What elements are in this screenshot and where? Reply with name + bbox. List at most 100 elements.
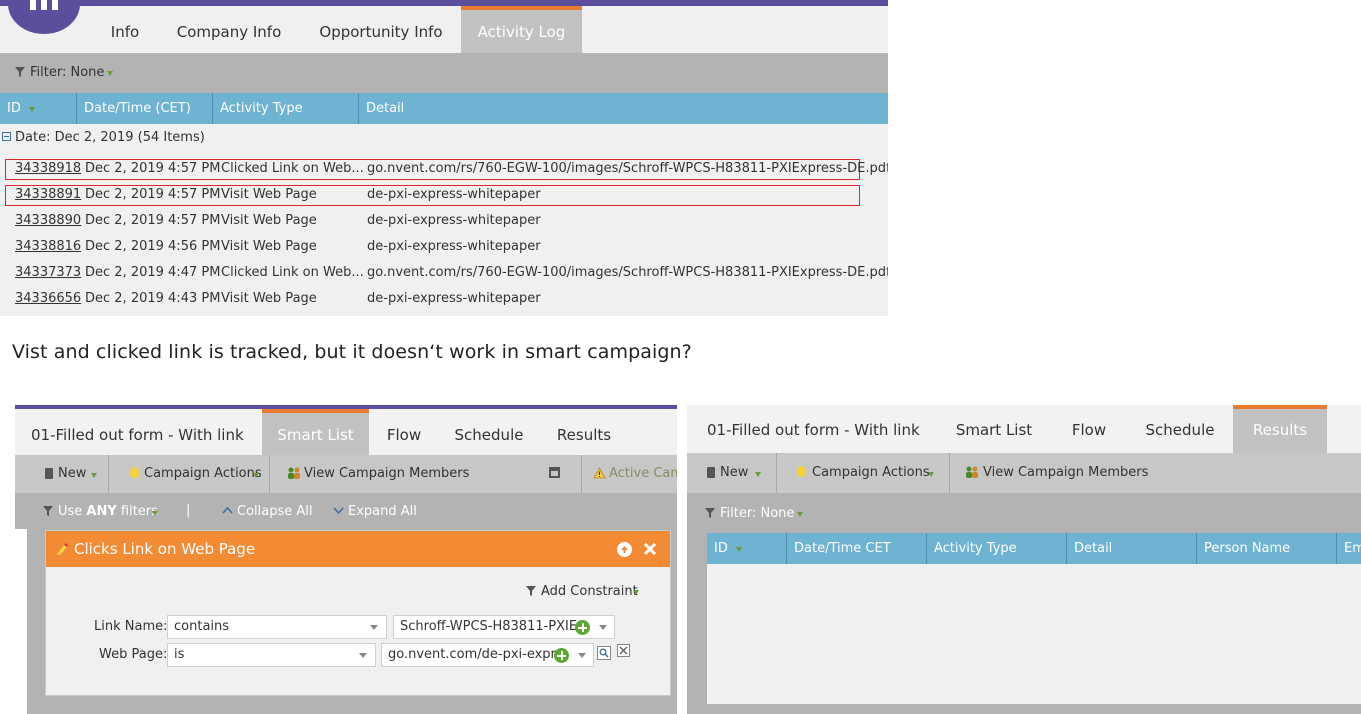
window-icon[interactable] xyxy=(549,467,560,478)
column-header-datetime[interactable]: Date/Time CET xyxy=(787,533,927,564)
web-page-operator-select[interactable]: is xyxy=(167,643,376,667)
campaign-actions-button[interactable]: Campaign Actions xyxy=(144,466,262,481)
new-dropdown-icon[interactable] xyxy=(755,472,761,477)
question-caption: Vist and clicked link is tracked, but it… xyxy=(12,341,692,363)
lookup-icon[interactable] xyxy=(597,646,611,660)
filter-icon xyxy=(43,506,53,516)
activity-detail: go.nvent.com/rs/760-EGW-100/images/Schro… xyxy=(367,161,888,176)
activity-row[interactable]: 34336656 Dec 2, 2019 4:43 PM Visit Web Pag… xyxy=(0,286,888,312)
add-value-icon[interactable] xyxy=(554,648,569,663)
tab-info[interactable]: Info xyxy=(100,6,150,53)
expand-all-icon xyxy=(333,507,344,514)
view-campaign-members-button[interactable]: View Campaign Members xyxy=(983,465,1148,480)
tab-smart-list[interactable]: Smart List xyxy=(262,409,369,455)
trigger-header[interactable]: Clicks Link on Web Page xyxy=(46,531,670,567)
filter-label[interactable]: Filter: None xyxy=(30,65,104,80)
remove-icon[interactable] xyxy=(643,542,657,556)
lightbulb-icon xyxy=(130,467,139,478)
column-header-id[interactable]: ID xyxy=(0,93,77,124)
tab-schedule[interactable]: Schedule xyxy=(1137,405,1223,451)
activity-row[interactable]: 34338891 Dec 2, 2019 4:57 PM Visit Web Pag… xyxy=(0,182,888,208)
toolbar-divider xyxy=(776,453,777,493)
tab-results[interactable]: Results xyxy=(548,409,620,455)
collapse-icon[interactable] xyxy=(2,132,11,141)
activity-datetime: Dec 2, 2019 4:43 PM xyxy=(85,291,221,306)
activity-row[interactable]: 34338890 Dec 2, 2019 4:57 PM Visit Web Pag… xyxy=(0,208,888,234)
filter-logic-dropdown-icon[interactable] xyxy=(152,511,158,516)
new-button[interactable]: New xyxy=(720,465,748,480)
column-header-label: ID xyxy=(714,541,728,556)
tab-flow[interactable]: Flow xyxy=(379,409,429,455)
trigger-card: Clicks Link on Web Page Add Constraint L… xyxy=(45,530,671,696)
results-panel: 01-Filled out form - With link Smart Lis… xyxy=(687,405,1361,714)
new-icon xyxy=(707,467,715,478)
add-constraint-button[interactable]: Add Constraint xyxy=(541,584,638,599)
column-header-id[interactable]: ID xyxy=(707,533,787,564)
activity-detail: go.nvent.com/rs/760-EGW-100/images/Schro… xyxy=(367,265,888,280)
active-campaign-status: Active Camp xyxy=(609,466,677,481)
campaign-actions-dropdown-icon[interactable] xyxy=(928,472,934,477)
activity-id-link[interactable]: 34338891 xyxy=(15,187,81,202)
trigger-bolt-icon xyxy=(57,543,68,555)
activity-detail: de-pxi-express-whitepaper xyxy=(367,239,541,254)
column-header-detail[interactable]: Detail xyxy=(359,93,888,124)
toolbar-divider xyxy=(581,455,582,493)
view-campaign-members-button[interactable]: View Campaign Members xyxy=(304,466,469,481)
activity-id-link[interactable]: 34338890 xyxy=(15,213,81,228)
tab-activity-log[interactable]: Activity Log xyxy=(461,6,582,53)
filter-logic-prefix: Use xyxy=(58,504,87,519)
tab-program-name[interactable]: 01-Filled out form - With link xyxy=(707,405,937,451)
activity-id-link[interactable]: 34337373 xyxy=(15,265,81,280)
campaign-members-icon xyxy=(288,467,300,479)
link-name-operator-select[interactable]: contains xyxy=(167,615,387,639)
new-button[interactable]: New xyxy=(58,466,86,481)
expand-all-button[interactable]: Expand All xyxy=(348,504,417,519)
activity-row[interactable]: 34337373 Dec 2, 2019 4:47 PM Clicked Link … xyxy=(0,260,888,286)
activity-row[interactable]: 34338918 Dec 2, 2019 4:57 PM Clicked Link … xyxy=(0,156,888,182)
tab-flow[interactable]: Flow xyxy=(1064,405,1114,451)
smart-list-panel: 01-Filled out form - With link Smart Lis… xyxy=(15,405,677,714)
new-dropdown-icon[interactable] xyxy=(91,473,97,478)
activity-type: Clicked Link on Web... xyxy=(221,265,364,280)
activity-datetime: Dec 2, 2019 4:57 PM xyxy=(85,187,221,202)
activity-datetime: Dec 2, 2019 4:56 PM xyxy=(85,239,221,254)
filter-icon xyxy=(15,67,25,77)
activity-id-link[interactable]: 34338918 xyxy=(15,161,81,176)
tab-program-name[interactable]: 01-Filled out form - With link xyxy=(31,409,261,455)
filter-logic-selector[interactable]: Use ANY filters xyxy=(58,504,158,519)
chevron-down-icon[interactable] xyxy=(599,625,607,630)
column-header-person-name[interactable]: Person Name xyxy=(1197,533,1337,564)
web-page-value: go.nvent.com/de-pxi-expre xyxy=(388,647,564,662)
tab-results[interactable]: Results xyxy=(1233,405,1327,453)
add-constraint-dropdown-icon[interactable] xyxy=(633,590,639,595)
toolbar: New Campaign Actions View Campaign Membe… xyxy=(687,453,1361,493)
column-header-activity-type[interactable]: Activity Type xyxy=(213,93,359,124)
tab-company-info[interactable]: Company Info xyxy=(165,6,293,53)
campaign-actions-dropdown-icon[interactable] xyxy=(253,473,259,478)
column-header-email[interactable]: Em xyxy=(1337,533,1361,564)
date-group-row[interactable]: Date: Dec 2, 2019 (54 Items) xyxy=(0,130,205,145)
filter-dropdown-icon[interactable] xyxy=(797,512,803,517)
column-header-datetime[interactable]: Date/Time (CET) xyxy=(77,93,213,124)
tab-smart-list[interactable]: Smart List xyxy=(949,405,1039,451)
column-header-activity-type[interactable]: Activity Type xyxy=(927,533,1067,564)
add-constraint-icon xyxy=(526,586,536,596)
filter-bar: Filter: None xyxy=(687,493,1361,533)
tab-schedule[interactable]: Schedule xyxy=(447,409,531,455)
filter-label[interactable]: Filter: None xyxy=(720,506,794,521)
campaign-actions-button[interactable]: Campaign Actions xyxy=(812,465,930,480)
filter-dropdown-icon[interactable] xyxy=(107,71,113,76)
clear-value-icon[interactable] xyxy=(617,644,630,657)
link-name-value: Schroff-WPCS-H83811-PXIEx xyxy=(400,619,585,634)
add-value-icon[interactable] xyxy=(575,620,590,635)
activity-id-link[interactable]: 34336656 xyxy=(15,291,81,306)
campaign-members-icon xyxy=(966,466,978,478)
column-header-detail[interactable]: Detail xyxy=(1067,533,1197,564)
collapse-all-button[interactable]: Collapse All xyxy=(237,504,313,519)
link-name-label: Link Name: xyxy=(94,619,168,634)
tab-opportunity-info[interactable]: Opportunity Info xyxy=(307,6,455,53)
activity-row[interactable]: 34338816 Dec 2, 2019 4:56 PM Visit Web Pag… xyxy=(0,234,888,260)
chevron-down-icon[interactable] xyxy=(578,653,586,658)
activity-id-link[interactable]: 34338816 xyxy=(15,239,81,254)
move-up-icon[interactable] xyxy=(617,542,632,557)
